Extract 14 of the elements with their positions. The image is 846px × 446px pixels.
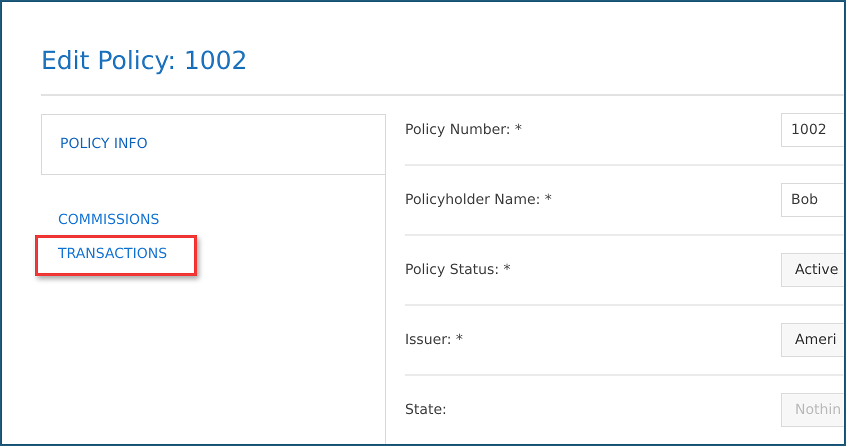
nav-link[interactable]: COMMISSIONS [58,212,160,228]
select-field[interactable]: Ameri [781,323,844,357]
field-label: Issuer: * [405,332,463,348]
policy-tab[interactable]: POLICY INFO [60,135,148,154]
input-field[interactable]: 1002 [781,113,844,147]
input-field[interactable]: Bob [781,183,844,217]
field-label: Policy Status: * [405,262,510,278]
select-field[interactable]: Active [781,253,844,287]
field-label: Policy Number: * [405,122,522,138]
field-label: Policyholder Name: * [405,192,552,208]
page-title: Edit Policy: 1002 [41,45,248,77]
select-field[interactable]: Nothin [781,393,844,427]
field-label: State: [405,402,447,418]
nav-link[interactable]: TRANSACTIONS [58,246,168,262]
